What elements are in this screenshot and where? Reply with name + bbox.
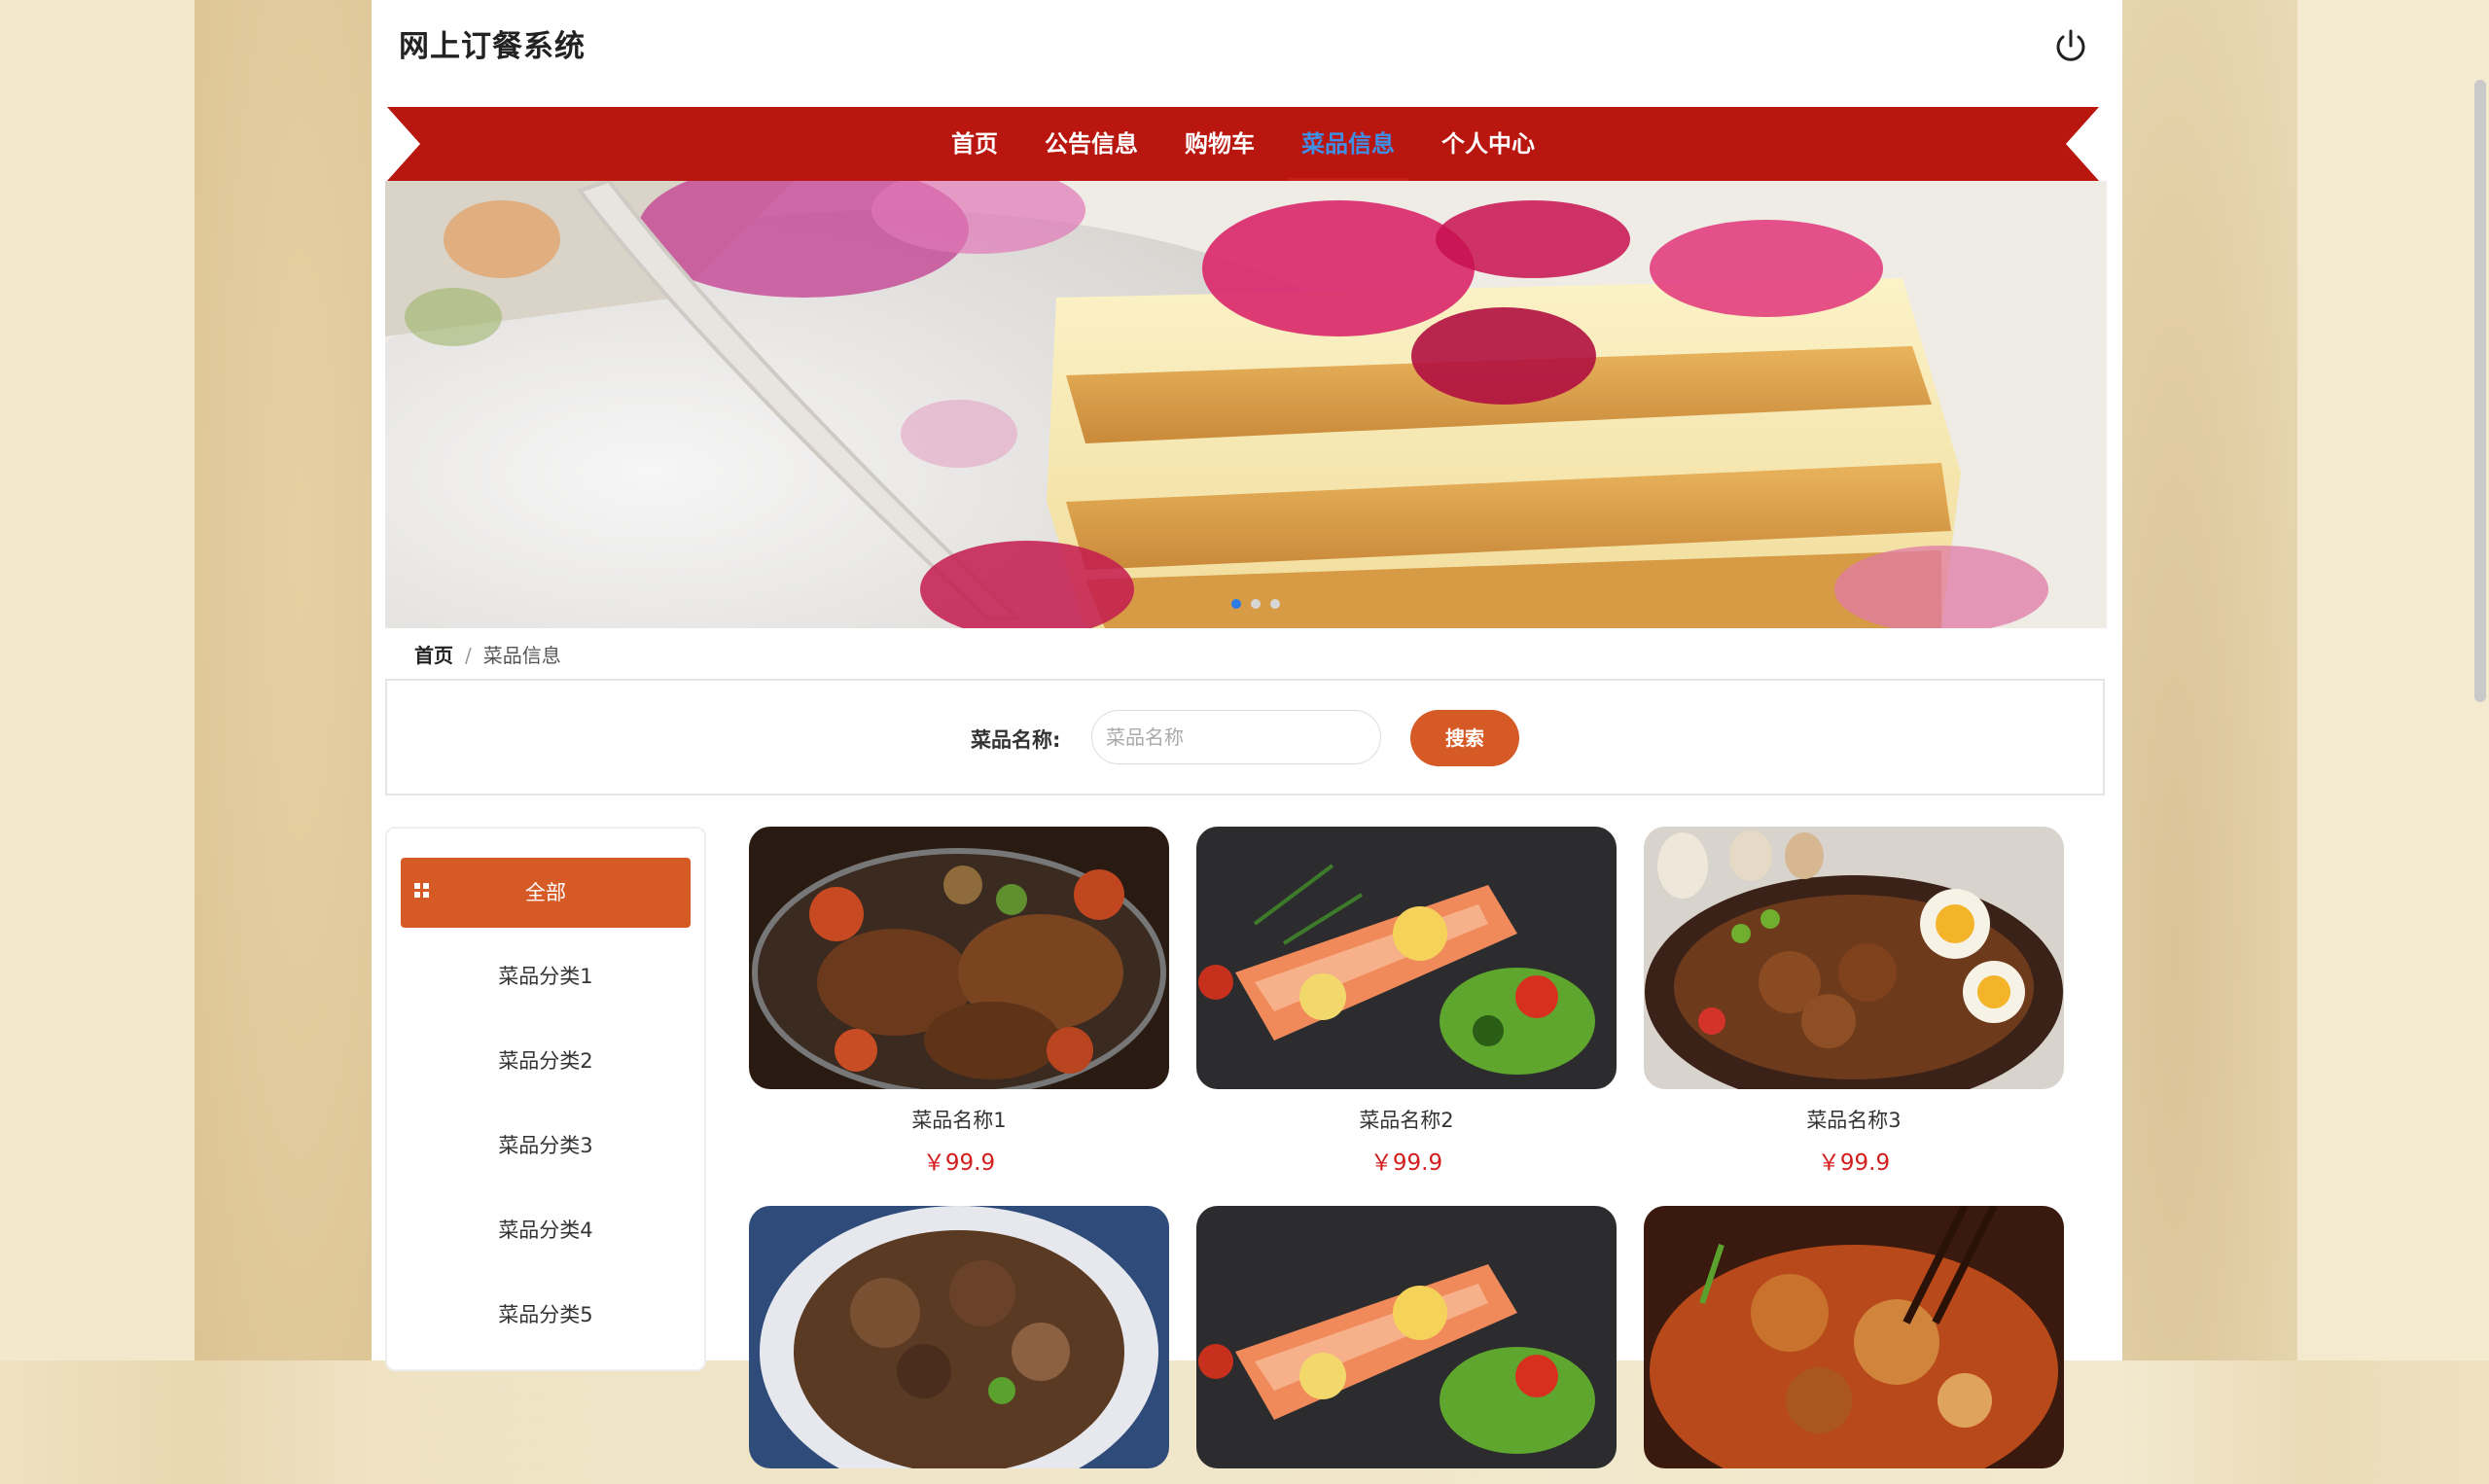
category-item[interactable]: 菜品分类1 (401, 947, 691, 1006)
dish-card[interactable]: 菜品名称2 ￥99.9 (1196, 827, 1617, 1177)
nav-personal-center[interactable]: 个人中心 (1418, 107, 1558, 181)
grid-icon (414, 883, 429, 898)
banner-carousel[interactable] (385, 181, 2107, 628)
carousel-dot[interactable] (1270, 599, 1280, 609)
dish-price: ￥99.9 (1369, 1150, 1443, 1176)
app-title: 网上订餐系统 (399, 29, 586, 64)
background-paper-left (195, 0, 372, 1360)
search-panel: 菜品名称: 搜索 (385, 679, 2105, 795)
dish-card[interactable] (1644, 1204, 2064, 1484)
nav-cart[interactable]: 购物车 (1161, 107, 1278, 181)
category-item[interactable]: 菜品分类2 (401, 1032, 691, 1090)
dish-card[interactable]: 菜品名称3 ￥99.9 (1644, 827, 2064, 1177)
nav-announcements[interactable]: 公告信息 (1021, 107, 1161, 181)
dish-image (1644, 1204, 2064, 1484)
background-paper-right (2122, 0, 2297, 1360)
background-right (2297, 0, 2489, 1360)
dish-image (1196, 1206, 1617, 1468)
carousel-dot[interactable] (1251, 599, 1261, 609)
breadcrumb-separator: / (465, 644, 472, 667)
category-item[interactable]: 菜品分类5 (401, 1286, 691, 1344)
category-item[interactable]: 菜品分类3 (401, 1116, 691, 1175)
dish-price: ￥99.9 (1817, 1150, 1891, 1176)
main-nav: 首页 公告信息 购物车 菜品信息 个人中心 (387, 101, 2099, 181)
background-left (0, 0, 195, 1360)
search-input[interactable] (1091, 710, 1381, 764)
page-scrollbar[interactable] (2474, 80, 2486, 702)
dish-card[interactable]: 菜品名称1 ￥99.9 (749, 827, 1169, 1177)
page-container: 网上订餐系统 首页 公告信息 购物车 菜品信息 个人中心 首页 / 菜品信息 菜… (372, 0, 2122, 1484)
dish-image (749, 827, 1169, 1097)
carousel-dot[interactable] (1231, 599, 1241, 609)
breadcrumb-home[interactable]: 首页 (414, 644, 453, 667)
dish-image (1644, 827, 2064, 1109)
dish-name: 菜品名称2 (1359, 1109, 1454, 1132)
dish-name: 菜品名称1 (911, 1109, 1007, 1132)
dish-price: ￥99.9 (922, 1150, 996, 1176)
dish-image (1196, 827, 1617, 1089)
dish-image (749, 1206, 1169, 1484)
power-icon[interactable] (2050, 25, 2091, 66)
dish-card[interactable] (749, 1206, 1169, 1484)
search-label: 菜品名称: (971, 728, 1061, 752)
category-all[interactable]: 全部 (401, 858, 691, 928)
nav-dishes[interactable]: 菜品信息 (1278, 101, 1418, 181)
category-item[interactable]: 菜品分类4 (401, 1201, 691, 1259)
breadcrumb-current: 菜品信息 (482, 644, 561, 667)
category-sidebar: 全部 菜品分类1 菜品分类2 菜品分类3 菜品分类4 菜品分类5 (385, 827, 706, 1371)
breadcrumb: 首页 / 菜品信息 (414, 640, 561, 668)
nav-home[interactable]: 首页 (928, 107, 1021, 181)
search-button[interactable]: 搜索 (1410, 710, 1519, 766)
dish-name: 菜品名称3 (1806, 1109, 1902, 1132)
category-all-label: 全部 (525, 881, 566, 904)
carousel-dots (1231, 599, 1280, 609)
banner-image (385, 181, 2107, 628)
dish-card[interactable] (1196, 1206, 1617, 1484)
